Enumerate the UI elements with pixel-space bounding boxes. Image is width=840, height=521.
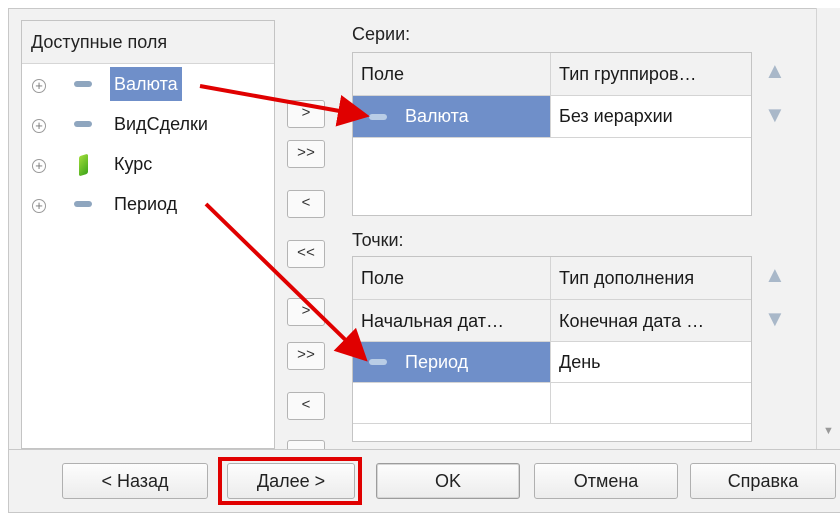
points-row-type: День xyxy=(559,352,601,372)
available-fields-tree[interactable]: Доступные поля + Валюта + ВидСделки + Ку… xyxy=(21,20,275,449)
series-grid[interactable]: Поле Тип группиров… Валюта Без иерархии xyxy=(352,52,752,216)
tree-item-kurs[interactable]: + Курс xyxy=(22,147,274,187)
add-all-series-button[interactable]: >> xyxy=(287,140,325,168)
dimension-icon xyxy=(369,114,387,120)
move-down-icon[interactable]: ▼ xyxy=(764,306,786,332)
series-row[interactable]: Валюта Без иерархии xyxy=(353,96,751,137)
remove-series-button[interactable]: < xyxy=(287,190,325,218)
remove-all-series-button[interactable]: << xyxy=(287,240,325,268)
points-row[interactable]: Период День xyxy=(353,342,751,382)
column-header-start-date[interactable]: Начальная дат… xyxy=(353,300,550,342)
expand-icon[interactable]: + xyxy=(32,119,46,133)
expand-icon[interactable]: + xyxy=(32,199,46,213)
tree-item-label: Период xyxy=(114,194,178,214)
available-fields-header: Доступные поля xyxy=(22,21,274,64)
expand-icon[interactable]: + xyxy=(32,159,46,173)
ok-button[interactable]: OK xyxy=(376,463,520,499)
tree-item-vidsdelki[interactable]: + ВидСделки xyxy=(22,107,274,147)
series-caption: Серии: xyxy=(352,24,411,44)
footer-divider xyxy=(8,449,840,450)
next-button-highlight xyxy=(218,457,362,505)
tree-item-period[interactable]: + Период xyxy=(22,187,274,227)
dimension-icon xyxy=(74,201,92,207)
add-point-button[interactable]: > xyxy=(287,298,325,326)
column-header-addition-type[interactable]: Тип дополнения xyxy=(551,257,751,299)
dimension-icon xyxy=(74,121,92,127)
column-header-grouping-type[interactable]: Тип группиров… xyxy=(551,53,751,95)
column-header-field[interactable]: Поле xyxy=(353,257,550,299)
move-up-icon[interactable]: ▲ xyxy=(764,58,786,84)
back-button[interactable]: < Назад xyxy=(62,463,208,499)
dimension-icon xyxy=(74,81,92,87)
resource-icon xyxy=(79,153,88,177)
cancel-button[interactable]: Отмена xyxy=(534,463,678,499)
available-fields-title: Доступные поля xyxy=(31,32,168,52)
move-up-icon[interactable]: ▲ xyxy=(764,262,786,288)
points-grid[interactable]: Поле Тип дополнения Начальная дат… Конеч… xyxy=(352,256,752,442)
column-header-field[interactable]: Поле xyxy=(353,53,550,95)
scroll-down-icon[interactable]: ▼ xyxy=(823,425,834,437)
vertical-scrollbar[interactable]: ▼ xyxy=(816,8,840,449)
tree-item-label: ВидСделки xyxy=(114,114,208,134)
series-row-type: Без иерархии xyxy=(559,106,673,126)
expand-icon[interactable]: + xyxy=(32,79,46,93)
add-series-button[interactable]: > xyxy=(287,100,325,128)
remove-point-button[interactable]: < xyxy=(287,392,325,420)
move-down-icon[interactable]: ▼ xyxy=(764,102,786,128)
tree-item-label: Курс xyxy=(114,154,153,174)
points-row-field: Период xyxy=(353,342,550,382)
help-button[interactable]: Справка xyxy=(690,463,836,499)
column-header-end-date[interactable]: Конечная дата … xyxy=(551,300,751,342)
add-all-points-button[interactable]: >> xyxy=(287,342,325,370)
series-row-field: Валюта xyxy=(353,96,550,137)
dimension-icon xyxy=(369,359,387,365)
tree-item-valyuta[interactable]: + Валюта xyxy=(22,67,274,107)
points-caption: Точки: xyxy=(352,230,404,250)
tree-item-label: Валюта xyxy=(110,67,182,101)
